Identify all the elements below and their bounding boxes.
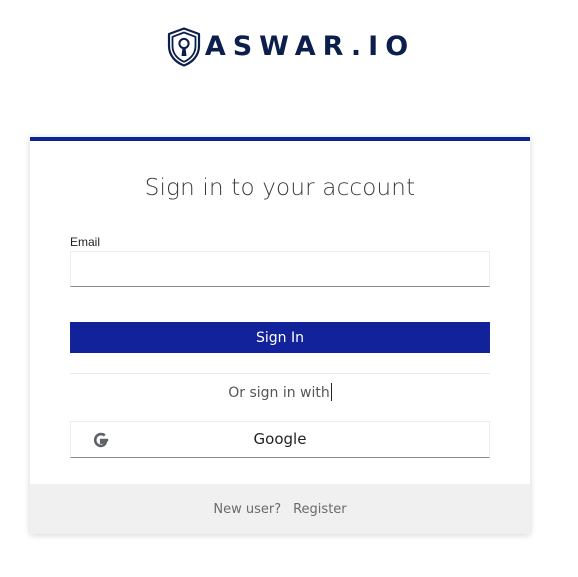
keyhole-shield-icon (167, 27, 200, 67)
or-sign-in-with-text: Or sign in with (30, 383, 530, 401)
brand-name: ASWAR.IO (204, 31, 416, 62)
email-field[interactable] (70, 251, 490, 287)
page-title: Sign in to your account (144, 175, 416, 201)
text-caret (330, 383, 332, 401)
google-label: Google (253, 430, 307, 448)
register-link[interactable]: Register (293, 502, 347, 517)
sign-in-button[interactable]: Sign In (70, 322, 490, 353)
email-label: Email (70, 235, 101, 249)
or-label: Or sign in with (228, 385, 330, 401)
divider (70, 373, 490, 374)
new-user-prompt: New user? (213, 501, 282, 517)
header-logo: ASWAR.IO (0, 26, 578, 68)
card-footer: New user? Register (30, 484, 530, 534)
google-sign-in-button[interactable]: Google (70, 421, 490, 458)
logo-container: ASWAR.IO (165, 27, 415, 67)
login-card: Sign in to your account Email Sign In Or… (30, 137, 530, 534)
